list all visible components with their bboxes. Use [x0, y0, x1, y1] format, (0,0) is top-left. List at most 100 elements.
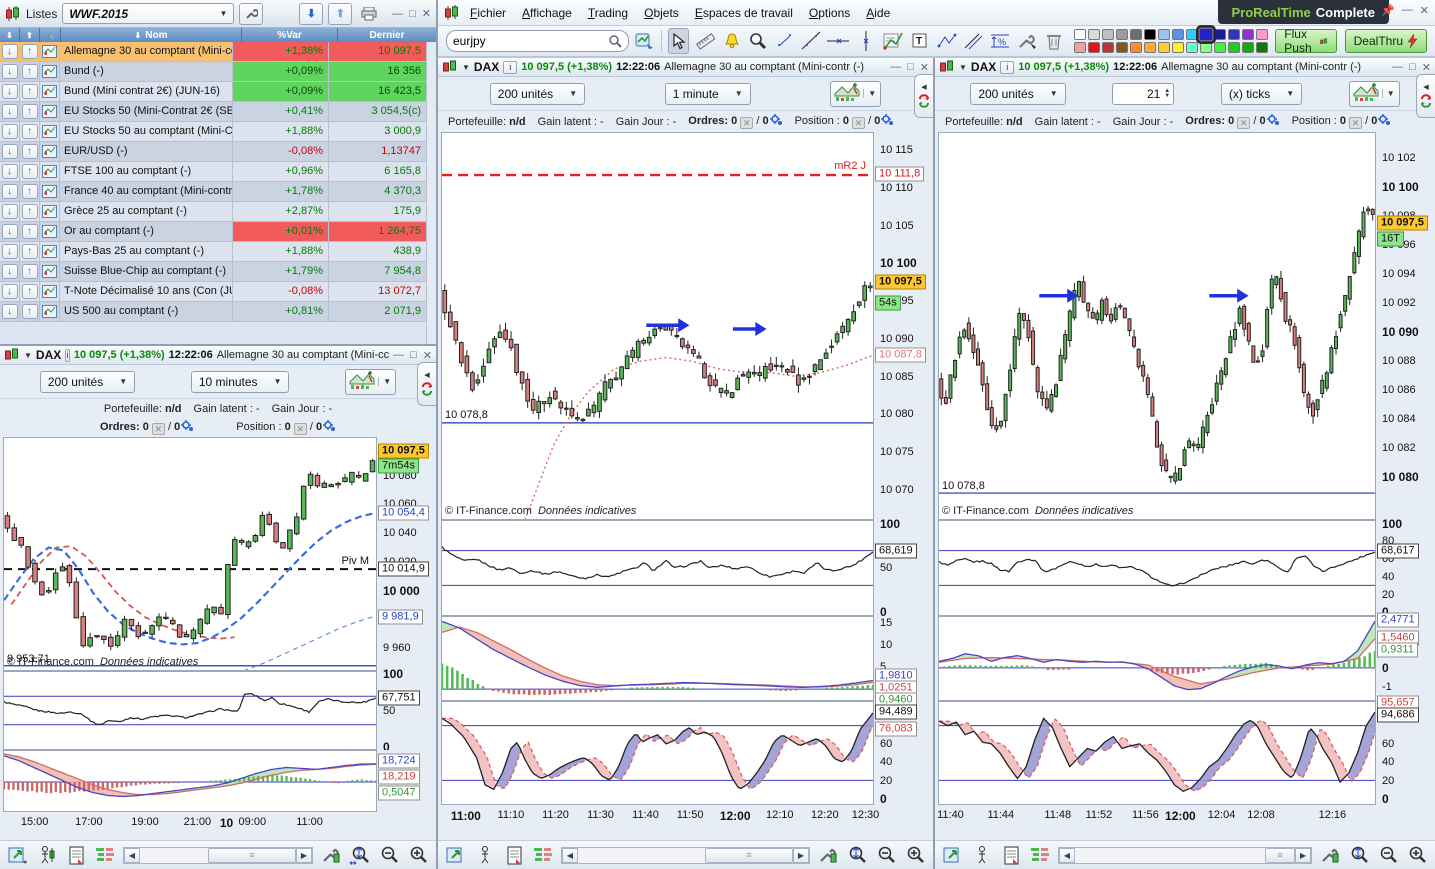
move-down-button[interactable]: ⬇: [299, 2, 324, 25]
open-chart-button[interactable]: [40, 142, 60, 161]
vertical-line-tool[interactable]: [855, 28, 875, 54]
chart-scrollbar[interactable]: ◀ ≡ ▶: [1058, 846, 1312, 864]
tick-count-spinner[interactable]: 21 ▲ ▼: [1112, 82, 1175, 105]
report-icon[interactable]: [1000, 844, 1022, 866]
chart-settings-icon[interactable]: [320, 844, 342, 866]
export-chart-icon[interactable]: [7, 844, 29, 866]
sell-button[interactable]: ↓: [0, 242, 20, 261]
header-buy-icon[interactable]: ⬆: [20, 28, 40, 42]
scroll-left-icon[interactable]: ◀: [562, 847, 578, 863]
color-swatch[interactable]: [1102, 28, 1115, 40]
sell-button[interactable]: ↓: [0, 222, 20, 241]
gear-icon[interactable]: [180, 419, 194, 432]
sell-arrow-icon[interactable]: ↓: [1, 184, 18, 199]
units-dropdown[interactable]: 200 unités ▼: [39, 370, 136, 393]
sell-arrow-icon[interactable]: ↓: [1, 104, 18, 119]
sell-arrow-icon[interactable]: ↓: [1, 264, 18, 279]
buy-button[interactable]: ↑: [20, 42, 40, 61]
timeframe-dropdown[interactable]: 10 minutes ▼: [190, 370, 290, 393]
zoom-out-icon[interactable]: [378, 844, 400, 866]
parallel-lines-tool[interactable]: [963, 28, 983, 54]
buy-button[interactable]: ↑: [20, 242, 40, 261]
open-chart-button[interactable]: [40, 82, 60, 101]
buy-arrow-icon[interactable]: ↑: [21, 244, 38, 259]
export-chart-icon[interactable]: [942, 844, 964, 866]
close-button[interactable]: ✕: [422, 7, 431, 20]
column-header-name[interactable]: ⬇ Nom: [61, 28, 242, 42]
color-swatch[interactable]: [1074, 41, 1087, 53]
gear-icon[interactable]: [769, 113, 783, 126]
minimize-button[interactable]: —: [890, 61, 901, 73]
scrollbar-thumb[interactable]: ≡: [208, 847, 296, 863]
chart-scrollbar[interactable]: ◀ ≡ ▶: [561, 846, 810, 864]
sell-button[interactable]: ↓: [0, 202, 20, 221]
units-dropdown[interactable]: 200 unités ▼: [489, 82, 586, 105]
color-swatch[interactable]: [1214, 41, 1227, 53]
buy-button[interactable]: ↑: [20, 222, 40, 241]
timeframe-dropdown[interactable]: (x) ticks ▼: [1220, 82, 1303, 105]
buy-button[interactable]: ↑: [20, 162, 40, 181]
buy-button[interactable]: ↑: [20, 142, 40, 161]
color-swatch[interactable]: [1116, 41, 1129, 53]
buy-arrow-icon[interactable]: ↑: [21, 264, 38, 279]
info-icon[interactable]: i: [1000, 60, 1015, 74]
color-swatch[interactable]: [1186, 41, 1199, 53]
search-input[interactable]: [453, 34, 608, 48]
scrollbar-thumb[interactable]: ≡: [705, 847, 793, 863]
buy-arrow-icon[interactable]: ↑: [21, 224, 38, 239]
table-row[interactable]: ↓ ↑ Suisse Blue-Chip au comptant (-) +1,79%…: [0, 262, 426, 282]
horizontal-line-tool[interactable]: [827, 28, 850, 54]
pointer-tool[interactable]: [668, 28, 690, 54]
color-swatch[interactable]: [1158, 41, 1171, 53]
zoom-fit-icon[interactable]: [846, 844, 868, 866]
close-button[interactable]: ✕: [1422, 61, 1431, 74]
header-sell-icon[interactable]: ⬇: [0, 28, 20, 42]
sell-arrow-icon[interactable]: ↓: [1, 64, 18, 79]
delete-tool[interactable]: [1044, 28, 1064, 54]
report-icon[interactable]: [503, 844, 525, 866]
info-icon[interactable]: i: [503, 60, 518, 74]
open-chart-button[interactable]: [40, 222, 60, 241]
sell-arrow-icon[interactable]: ↓: [1, 284, 18, 299]
table-row[interactable]: ↓ ↑ France 40 au comptant (Mini-contra... +…: [0, 182, 426, 202]
maximize-button[interactable]: □: [409, 8, 416, 20]
sell-arrow-icon[interactable]: ↓: [1, 84, 18, 99]
chart-scrollbar[interactable]: ◀ ≡ ▶: [123, 846, 313, 864]
units-dropdown[interactable]: 200 unités ▼: [970, 82, 1066, 105]
color-swatch[interactable]: [1228, 28, 1241, 40]
maximize-button[interactable]: □: [907, 61, 914, 73]
menu-item-aide[interactable]: Aide: [858, 3, 898, 23]
chart-mid-plot[interactable]: mR2 J 10 078,8 10 115 10 110 10 105 10 100 10 …: [438, 132, 933, 828]
zoom-in-icon[interactable]: [407, 844, 429, 866]
trading-panel-toggle[interactable]: ◀: [914, 74, 933, 118]
table-row[interactable]: ↓ ↑ Bund (-) +0,09% 16 356: [0, 62, 426, 82]
color-swatch[interactable]: [1130, 28, 1143, 40]
buy-button[interactable]: ↑: [20, 62, 40, 81]
gear-icon[interactable]: [1266, 113, 1280, 126]
open-chart-button[interactable]: [40, 282, 60, 301]
table-row[interactable]: ↓ ↑ US 500 au comptant (-) +0,81% 2 071,9: [0, 302, 426, 322]
order-tool-icon[interactable]: [36, 844, 58, 866]
order-tool-icon[interactable]: [474, 844, 496, 866]
open-chart-button[interactable]: [40, 62, 60, 81]
table-row[interactable]: ↓ ↑ T-Note Décimalisé 10 ans (Con (JU... -0…: [0, 282, 426, 302]
scrollbar-thumb[interactable]: ≡: [1265, 847, 1295, 863]
color-swatch[interactable]: [1172, 41, 1185, 53]
zoom-in-icon[interactable]: [1406, 844, 1428, 866]
open-chart-button[interactable]: [40, 42, 60, 61]
table-row[interactable]: ↓ ↑ Bund (Mini contrat 2€) (JUN-16) +0,09% 1…: [0, 82, 426, 102]
scroll-left-icon[interactable]: ◀: [124, 847, 140, 863]
sell-button[interactable]: ↓: [0, 262, 20, 281]
menu-item-espaces-de-travail[interactable]: Espaces de travail: [687, 3, 801, 23]
zoom-fit-icon[interactable]: [1348, 844, 1370, 866]
sell-button[interactable]: ↓: [0, 142, 20, 161]
sell-button[interactable]: ↓: [0, 42, 20, 61]
minimize-button[interactable]: —: [392, 8, 403, 20]
table-row[interactable]: ↓↑ EU Stocks 50 (Mini-Contrat 2€ (SEP-...…: [0, 102, 426, 122]
menu-item-fichier[interactable]: Fichier: [462, 3, 514, 23]
sell-arrow-icon[interactable]: ↓: [1, 204, 18, 219]
open-chart-button[interactable]: [40, 262, 60, 281]
chart-settings-icon[interactable]: [1319, 844, 1341, 866]
color-swatch[interactable]: [1130, 41, 1143, 53]
open-chart-button[interactable]: [40, 242, 60, 261]
